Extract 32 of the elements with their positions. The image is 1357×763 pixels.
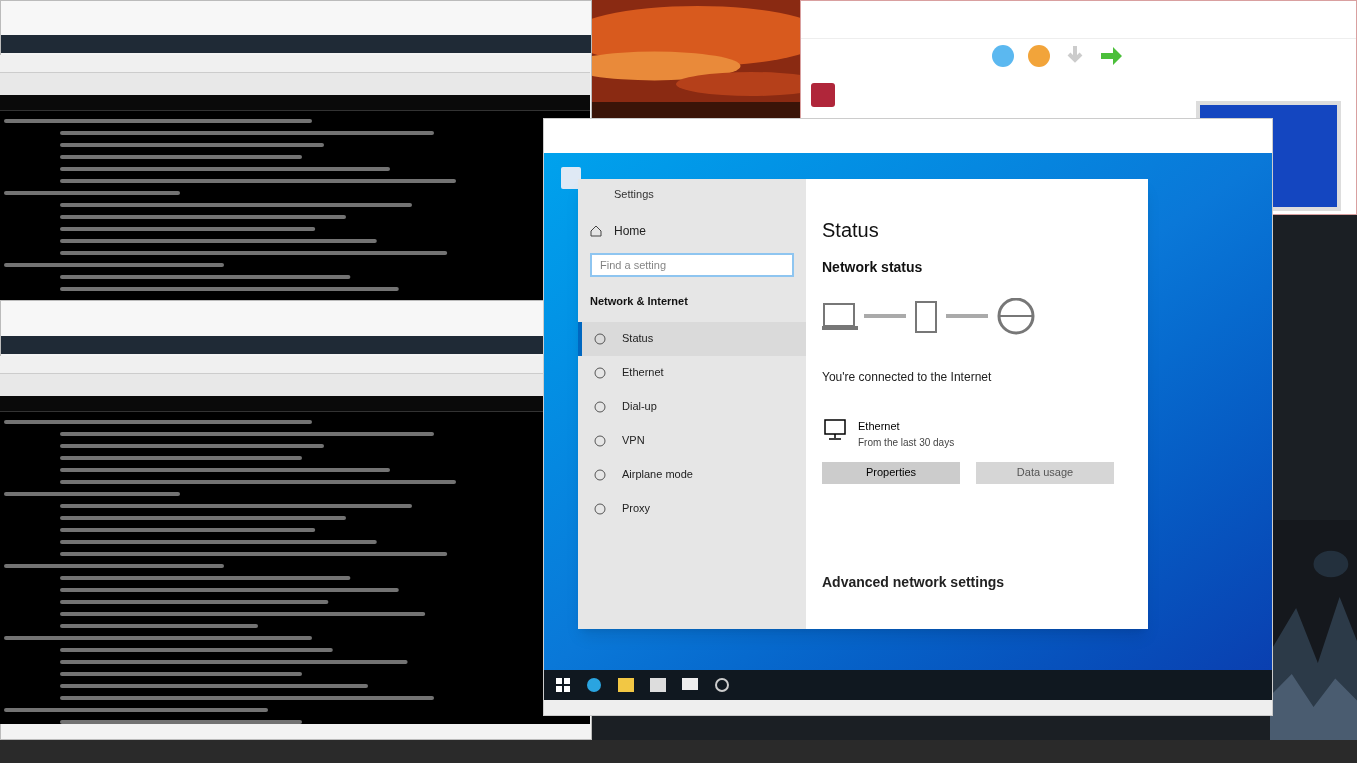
gear-icon[interactable] xyxy=(714,677,730,693)
circle-icon xyxy=(594,366,606,379)
section-title: Network & Internet xyxy=(589,294,689,309)
mail-icon[interactable] xyxy=(682,678,698,692)
properties-button[interactable]: Properties xyxy=(822,461,960,484)
vm-icon xyxy=(811,83,835,107)
connection-status: You're connected to the Internet xyxy=(822,369,993,386)
nav-item[interactable]: VPN xyxy=(578,423,806,458)
circle-icon xyxy=(594,502,606,515)
nav-item[interactable]: Ethernet xyxy=(578,355,806,390)
section-heading: Network status xyxy=(822,258,924,277)
browser-icon[interactable] xyxy=(586,677,602,693)
circle-icon xyxy=(594,468,606,481)
home-link[interactable]: Home xyxy=(578,221,806,241)
connection-name: Ethernet xyxy=(858,419,901,434)
nav-item[interactable]: Dial-up xyxy=(578,389,806,424)
circle-icon xyxy=(594,434,606,447)
data-usage-button[interactable]: Data usage xyxy=(976,461,1114,484)
page-heading: Status xyxy=(822,218,880,243)
windows-icon[interactable] xyxy=(556,678,570,692)
nav-item[interactable]: Proxy xyxy=(578,491,806,526)
circle-icon xyxy=(594,400,606,413)
home-icon xyxy=(590,225,602,237)
section-heading: Advanced network settings xyxy=(822,572,1006,592)
nav-item[interactable]: Airplane mode xyxy=(578,457,806,492)
usage-period: From the last 30 days xyxy=(858,435,955,450)
ethernet-icon xyxy=(822,418,846,440)
nav-item[interactable]: Status xyxy=(578,321,806,356)
circle-icon xyxy=(594,332,606,345)
window-title: Settings xyxy=(613,186,654,202)
arrow-icon[interactable] xyxy=(1099,44,1123,68)
search-field[interactable]: Find a setting xyxy=(590,253,794,277)
